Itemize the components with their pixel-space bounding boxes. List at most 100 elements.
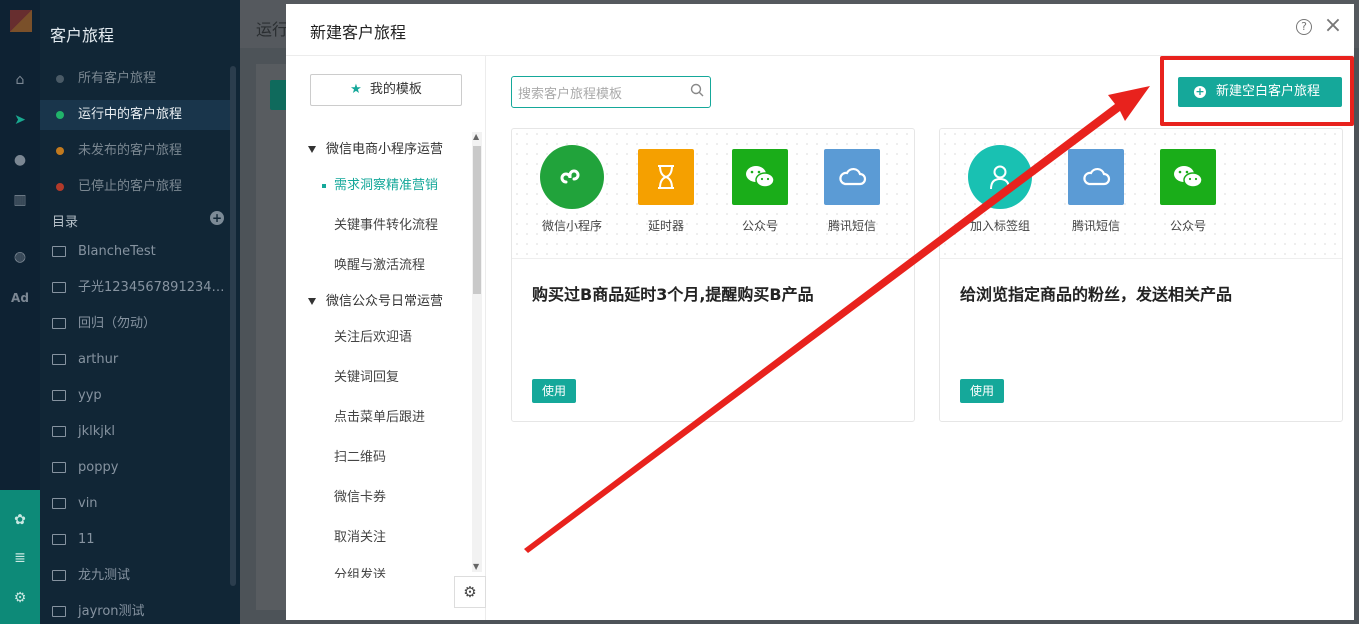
folder-icon: [52, 606, 66, 617]
sidebar-scrollbar[interactable]: [230, 66, 236, 586]
folder-item[interactable]: 11: [40, 525, 232, 555]
folder-icon: [52, 246, 66, 257]
hourglass-icon: [638, 149, 694, 205]
template-card[interactable]: 加入标签组 腾讯短信 公众号 给浏览指定商品的粉丝，发送相关产品 使用: [939, 128, 1343, 422]
flow-icon[interactable]: ✿: [8, 508, 32, 532]
folder-item[interactable]: jayron测试: [40, 597, 232, 624]
folder-item[interactable]: vin: [40, 489, 232, 519]
wechat-icon: [732, 149, 788, 205]
chart-icon[interactable]: ▥: [8, 188, 32, 212]
folder-item[interactable]: 龙九测试: [40, 561, 232, 591]
sidebar-item-stopped[interactable]: 已停止的客户旅程: [40, 172, 232, 202]
help-icon[interactable]: ?: [1296, 19, 1312, 35]
add-folder-icon[interactable]: +: [210, 211, 224, 225]
folder-label: yyp: [78, 388, 102, 403]
search-icon[interactable]: [690, 83, 704, 97]
node-label: 延时器: [647, 219, 684, 233]
annotation-highlight-box: [1160, 56, 1354, 126]
status-dot: [56, 183, 64, 191]
folder-item[interactable]: yyp: [40, 381, 232, 411]
app-logo: [10, 10, 32, 32]
scroll-down-icon[interactable]: ▼: [473, 562, 479, 571]
template-node: 腾讯短信: [1060, 149, 1132, 234]
category-item[interactable]: 关注后欢迎语: [334, 326, 412, 345]
folder-item[interactable]: jklkjkl: [40, 417, 232, 447]
modal-header: 新建客户旅程 ? ×: [286, 4, 1354, 56]
folder-item[interactable]: poppy: [40, 453, 232, 483]
folder-label: vin: [78, 496, 98, 511]
folder-icon: [52, 354, 66, 365]
folder-icon: [52, 282, 66, 293]
sidebar-item-running[interactable]: 运行中的客户旅程: [40, 100, 232, 130]
sidebar-item-all[interactable]: 所有客户旅程: [40, 64, 232, 94]
cloud-icon: [1068, 149, 1124, 205]
user-icon[interactable]: ●: [8, 148, 32, 172]
category-item[interactable]: 唤醒与激活流程: [334, 254, 425, 273]
modal-title: 新建客户旅程: [310, 23, 407, 42]
template-card-title: 给浏览指定商品的粉丝，发送相关产品: [960, 285, 1233, 304]
active-bullet: [322, 183, 326, 188]
category-group[interactable]: 微信公众号日常运营: [308, 290, 443, 309]
category-item[interactable]: 点击菜单后跟进: [334, 406, 425, 425]
category-item[interactable]: 关键事件转化流程: [334, 214, 438, 233]
sidebar-item-label: 已停止的客户旅程: [78, 179, 183, 194]
status-dot: [56, 147, 64, 155]
folder-label: 11: [78, 532, 95, 547]
close-icon[interactable]: ×: [1322, 15, 1344, 37]
folder-label: BlancheTest: [78, 244, 156, 259]
folder-item[interactable]: 回归（勿动）: [40, 309, 232, 339]
template-card[interactable]: 微信小程序 延时器 公众号 腾讯短信 购买过B商品延时3个月,提醒购买B产品 使…: [511, 128, 915, 422]
folder-icon: [52, 462, 66, 473]
node-label: 腾讯短信: [1071, 219, 1120, 233]
folder-item[interactable]: 子光123456789123456...: [40, 273, 232, 303]
scroll-up-icon[interactable]: ▲: [473, 132, 479, 141]
folder-label: poppy: [78, 460, 119, 475]
caret-down-icon: [308, 146, 316, 153]
category-scrollbar-thumb[interactable]: [473, 146, 481, 294]
category-item[interactable]: 分组发送: [334, 564, 386, 578]
folder-icon: [52, 534, 66, 545]
template-search-input[interactable]: [518, 83, 678, 103]
folder-label: jklkjkl: [78, 424, 116, 439]
my-templates-button[interactable]: ★ 我的模板: [310, 74, 462, 106]
sidebar-item-unpublished[interactable]: 未发布的客户旅程: [40, 136, 232, 166]
sidebar-item-label: 所有客户旅程: [78, 71, 157, 86]
status-dot: [56, 75, 64, 83]
category-item[interactable]: 取消关注: [334, 526, 386, 545]
template-card-title: 购买过B商品延时3个月,提醒购买B产品: [532, 285, 814, 304]
folder-label: 回归（勿动）: [78, 316, 157, 331]
category-group[interactable]: 微信电商小程序运营: [308, 138, 443, 157]
directory-title: 目录: [52, 215, 79, 230]
send-icon[interactable]: ➤: [8, 108, 32, 132]
category-item[interactable]: 扫二维码: [334, 446, 386, 465]
folder-icon: [52, 498, 66, 509]
server-icon[interactable]: ≣: [8, 546, 32, 570]
folder-item[interactable]: arthur: [40, 345, 232, 375]
rail-bottom-section: ✿ ≣ ⚙: [0, 490, 40, 624]
sidebar-item-label: 运行中的客户旅程: [78, 107, 183, 122]
folder-item[interactable]: BlancheTest: [40, 237, 232, 267]
category-item[interactable]: 需求洞察精准营销: [322, 174, 438, 193]
settings-icon[interactable]: ⚙: [8, 586, 32, 610]
sidebar: 客户旅程 所有客户旅程 运行中的客户旅程 未发布的客户旅程 已停止的客户旅程 目…: [40, 0, 240, 624]
home-icon[interactable]: ⌂: [8, 68, 32, 92]
template-node: 公众号: [724, 149, 796, 234]
template-node-strip: 微信小程序 延时器 公众号 腾讯短信: [512, 129, 914, 259]
folder-label: 子光123456789123456...: [78, 280, 232, 295]
category-item[interactable]: 微信卡券: [334, 486, 386, 505]
page-title: 运行: [256, 20, 289, 39]
template-search[interactable]: [511, 76, 711, 108]
ad-icon[interactable]: Ad: [8, 286, 32, 310]
use-template-button[interactable]: 使用: [960, 379, 1004, 403]
category-item[interactable]: 关键词回复: [334, 366, 399, 385]
wechat-icon[interactable]: ◍: [8, 245, 32, 269]
mini-program-icon: [540, 145, 604, 209]
use-template-button[interactable]: 使用: [532, 379, 576, 403]
template-node: 微信小程序: [536, 145, 608, 234]
category-settings-button[interactable]: ⚙: [454, 576, 486, 608]
folder-icon: [52, 570, 66, 581]
node-label: 腾讯短信: [827, 219, 876, 233]
folder-label: 龙九测试: [78, 568, 131, 583]
my-templates-label: 我的模板: [369, 82, 422, 97]
template-node: 公众号: [1152, 149, 1224, 234]
